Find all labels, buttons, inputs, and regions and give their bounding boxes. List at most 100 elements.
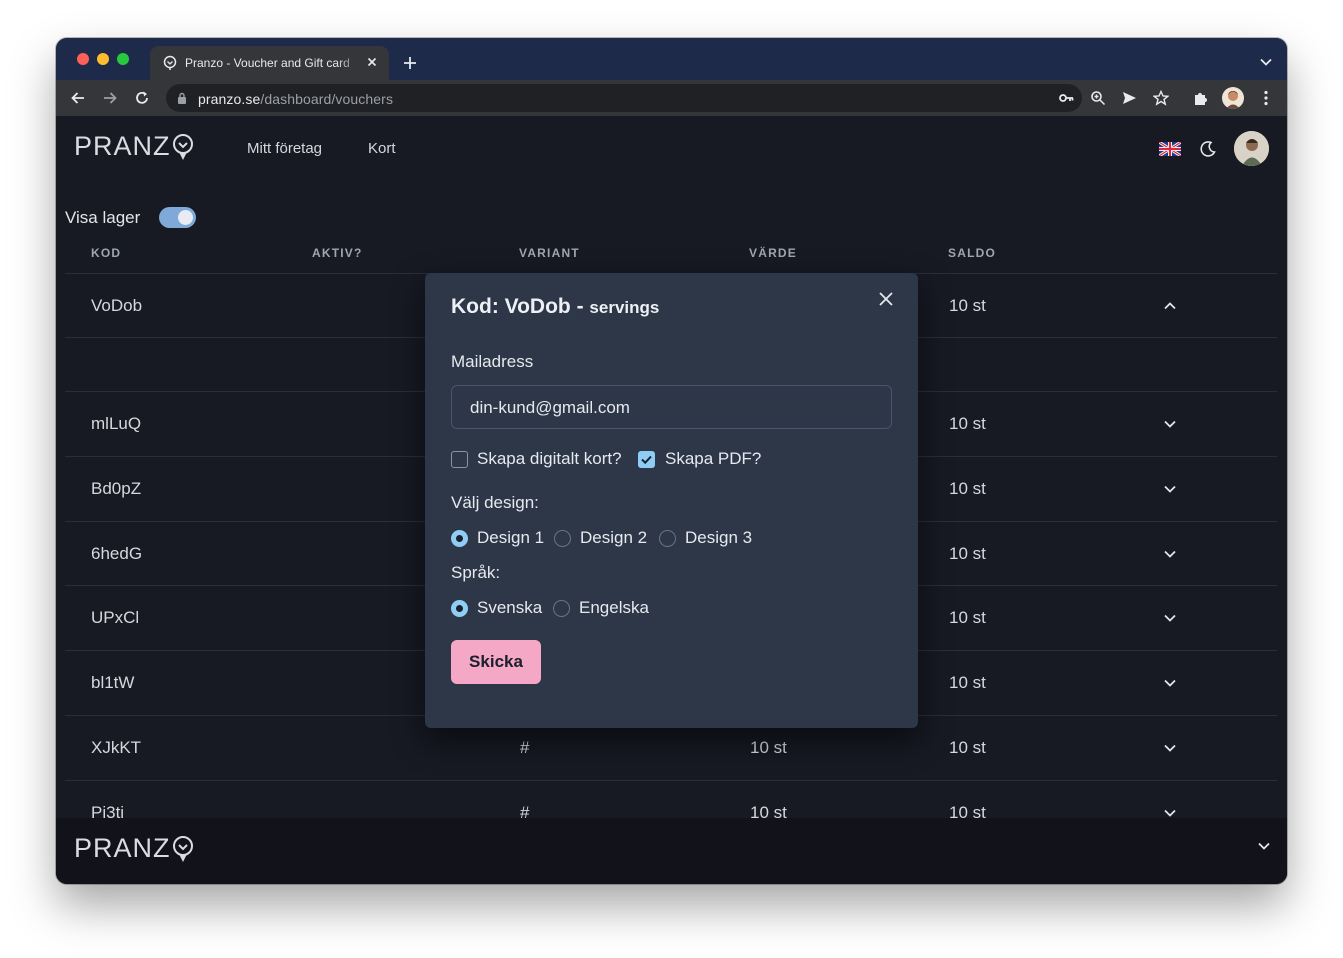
row-balance: 10 st: [949, 673, 986, 692]
modal-close-icon[interactable]: [877, 290, 895, 308]
language-engelska-label[interactable]: Engelska: [579, 598, 649, 618]
row-code: mlLuQ: [91, 414, 142, 433]
row-code: bl1tW: [91, 673, 135, 692]
design-2-radio[interactable]: [554, 530, 571, 547]
browser-toolbar: pranzo.se/dashboard/vouchers: [56, 80, 1287, 116]
row-balance: 10 st: [949, 738, 986, 757]
browser-menu-icon[interactable]: [1257, 89, 1275, 107]
new-tab-icon[interactable]: [402, 55, 418, 71]
language-engelska-radio[interactable]: [553, 600, 570, 617]
design-2-label[interactable]: Design 2: [580, 528, 647, 548]
table-row[interactable]: Pi3ti # 10 st 10 st: [65, 780, 1277, 818]
digital-card-label[interactable]: Skapa digitalt kort?: [477, 449, 622, 469]
address-bar[interactable]: pranzo.se/dashboard/vouchers: [166, 84, 1169, 112]
footer-chevron-down-icon[interactable]: [1257, 839, 1271, 853]
chevron-down-icon[interactable]: [1163, 417, 1177, 431]
bookmark-star-icon[interactable]: [1153, 90, 1169, 106]
tab-search-chevron-icon[interactable]: [1259, 55, 1273, 69]
tab-strip: Pranzo - Voucher and Gift card: [56, 38, 1287, 80]
column-header-aktiv: AKTIV?: [312, 246, 363, 260]
profile-face-icon: [1226, 91, 1240, 109]
row-code: UPxCl: [91, 608, 140, 627]
tab-close-icon[interactable]: [364, 54, 380, 70]
design-3-radio[interactable]: [659, 530, 676, 547]
row-balance: 10 st: [949, 803, 986, 818]
uk-flag-icon[interactable]: [1159, 142, 1181, 156]
maximize-window-button[interactable]: [117, 53, 129, 65]
password-key-icon[interactable]: [1058, 90, 1074, 106]
profile-avatar[interactable]: [1222, 87, 1244, 109]
zoom-icon[interactable]: [1090, 90, 1106, 106]
show-stock-label: Visa lager: [65, 208, 141, 227]
column-header-saldo: SALDO: [948, 246, 996, 260]
minimize-window-button[interactable]: [97, 53, 109, 65]
user-photo-icon: [1234, 131, 1269, 166]
row-code: 6hedG: [91, 544, 143, 563]
toggle-knob: [178, 210, 193, 225]
row-balance: 10 st: [949, 544, 986, 563]
pranzo-logo[interactable]: PRANZ: [74, 131, 194, 162]
logo-pin-icon: [172, 134, 193, 160]
url-text: pranzo.se/dashboard/vouchers: [198, 91, 394, 107]
modal-title: Kod: VoDob - servings: [451, 295, 660, 318]
digital-card-checkbox[interactable]: [451, 451, 468, 468]
back-arrow-icon[interactable]: [69, 89, 87, 107]
language-svenska-label[interactable]: Svenska: [477, 598, 542, 618]
row-value: 10 st: [750, 803, 787, 818]
show-stock-toggle[interactable]: [159, 207, 196, 228]
row-variant: #: [520, 738, 530, 757]
chevron-down-icon[interactable]: [1163, 676, 1177, 690]
chevron-up-icon[interactable]: [1163, 299, 1177, 313]
send-voucher-modal: Kod: VoDob - servings Mailadress din-kun…: [425, 273, 918, 728]
row-balance: 10 st: [949, 414, 986, 433]
dark-mode-moon-icon[interactable]: [1199, 140, 1217, 158]
send-icon[interactable]: [1121, 90, 1137, 106]
pdf-checkbox[interactable]: [638, 451, 655, 468]
row-balance: 10 st: [949, 608, 986, 627]
reload-icon[interactable]: [133, 89, 151, 107]
design-1-label[interactable]: Design 1: [477, 528, 544, 548]
pdf-label[interactable]: Skapa PDF?: [665, 449, 761, 469]
column-header-kod: KOD: [91, 246, 122, 260]
column-header-variant: VARIANT: [519, 246, 580, 260]
language-svenska-radio[interactable]: [451, 600, 468, 617]
row-variant: #: [520, 803, 530, 818]
email-value: din-kund@gmail.com: [470, 398, 630, 417]
pranzo-favicon-icon: [163, 55, 177, 70]
tab-title: Pranzo - Voucher and Gift card: [185, 56, 350, 70]
lock-icon: [178, 92, 186, 104]
language-label: Språk:: [451, 563, 501, 582]
chevron-down-icon[interactable]: [1163, 741, 1177, 755]
design-label: Välj design:: [451, 493, 539, 512]
app-content: PRANZ Mitt företag Kort Visa lager KOD A…: [56, 116, 1287, 884]
design-3-label[interactable]: Design 3: [685, 528, 752, 548]
row-balance: 10 st: [949, 479, 986, 498]
row-code: Bd0pZ: [91, 479, 142, 498]
chevron-down-icon[interactable]: [1163, 482, 1177, 496]
browser-tab[interactable]: Pranzo - Voucher and Gift card: [150, 46, 389, 80]
row-value: 10 st: [750, 738, 787, 757]
row-balance: 10 st: [949, 296, 986, 315]
chevron-down-icon[interactable]: [1163, 806, 1177, 818]
chevron-down-icon[interactable]: [1163, 611, 1177, 625]
email-field[interactable]: din-kund@gmail.com: [451, 385, 892, 429]
row-code: VoDob: [91, 296, 143, 315]
email-label: Mailadress: [451, 352, 534, 371]
checkmark-icon: [641, 455, 652, 465]
nav-kort[interactable]: Kort: [368, 140, 396, 157]
footer-logo[interactable]: PRANZ: [74, 833, 194, 864]
browser-window: Pranzo - Voucher and Gift card pranzo.se…: [56, 38, 1287, 884]
user-avatar[interactable]: [1234, 131, 1269, 166]
nav-mitt-foretag[interactable]: Mitt företag: [247, 140, 322, 157]
design-1-radio[interactable]: [451, 530, 468, 547]
column-header-varde: VÄRDE: [749, 246, 798, 260]
row-code: XJkKT: [91, 738, 142, 757]
close-window-button[interactable]: [77, 53, 89, 65]
footer: PRANZ: [56, 818, 1287, 884]
send-button[interactable]: Skicka: [451, 640, 541, 684]
forward-arrow-icon[interactable]: [101, 89, 119, 107]
extensions-puzzle-icon[interactable]: [1192, 89, 1210, 107]
row-code: Pi3ti: [91, 803, 125, 818]
logo-pin-icon: [172, 836, 193, 862]
chevron-down-icon[interactable]: [1163, 547, 1177, 561]
